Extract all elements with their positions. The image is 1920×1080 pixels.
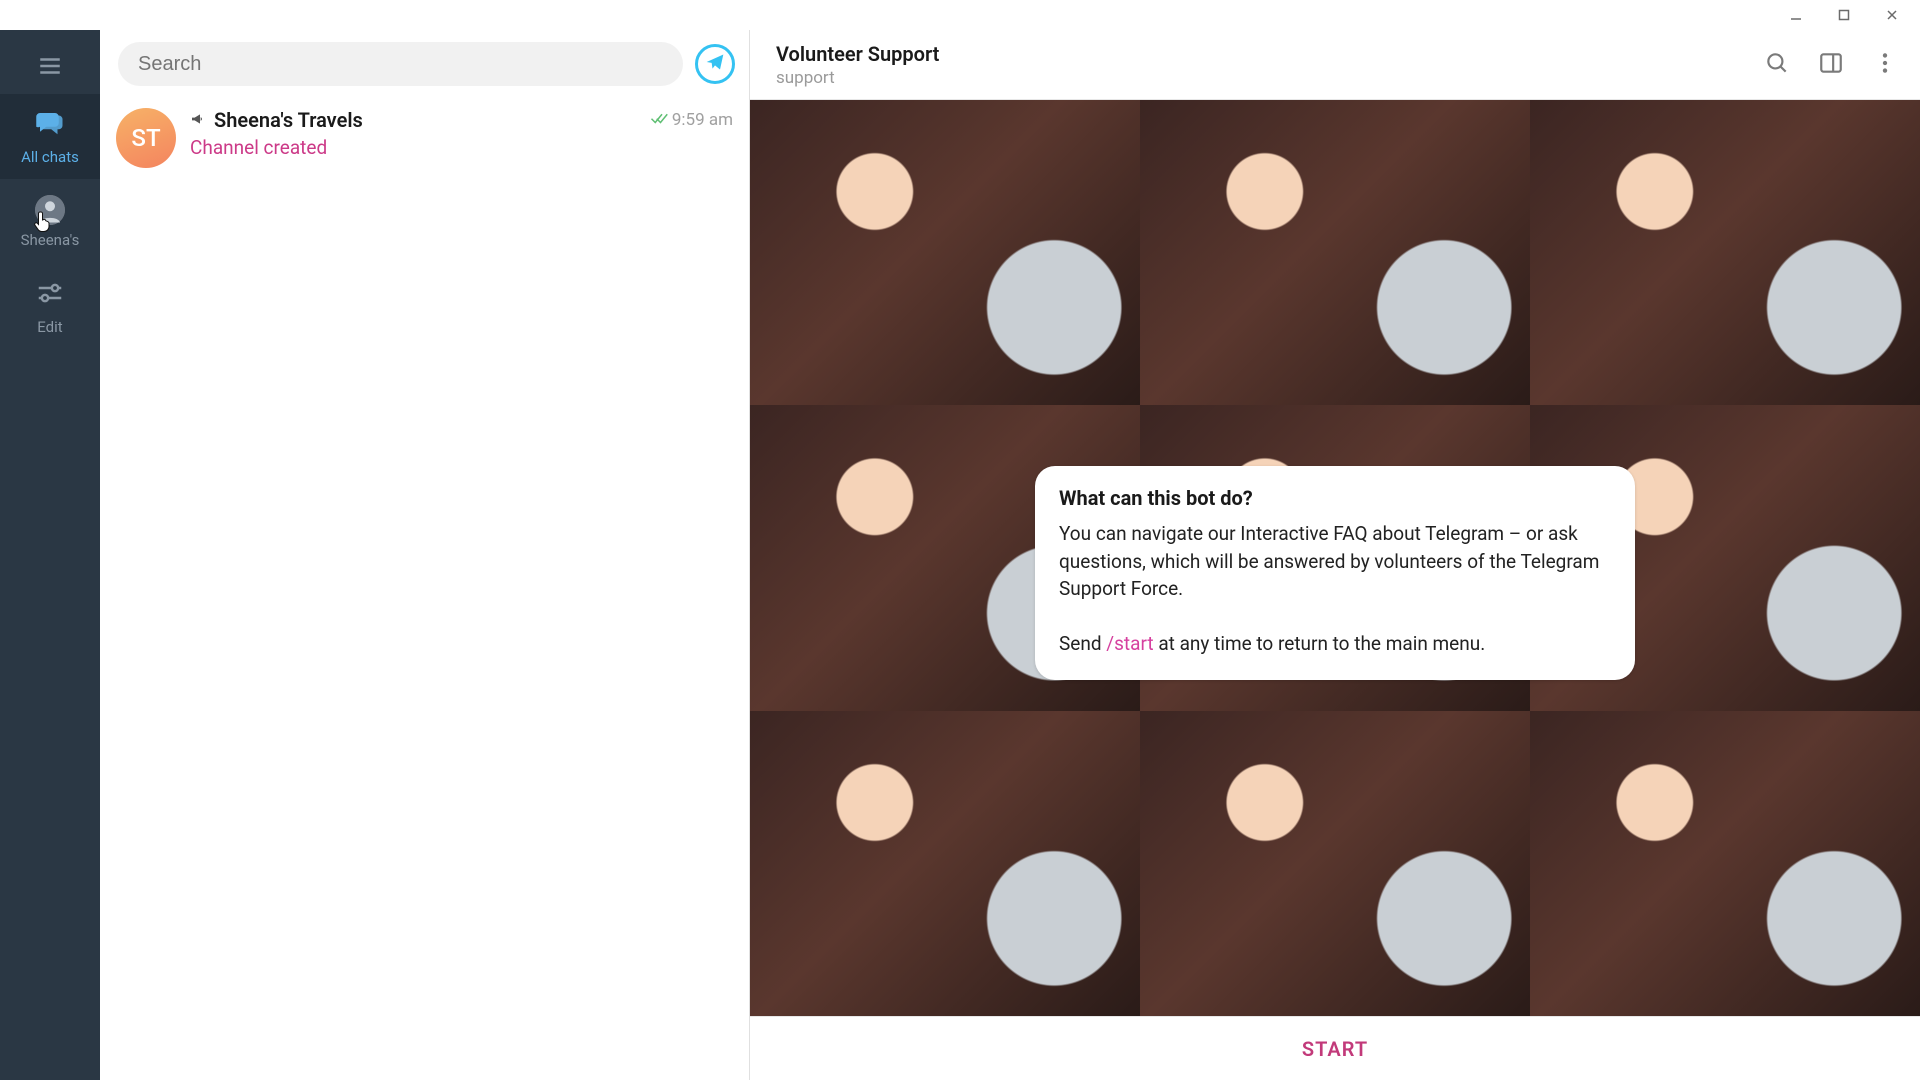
chat-list-item[interactable]: ST Sheena's Travels 9:59 am: [100, 98, 749, 178]
chat-time-text: 9:59 am: [672, 110, 733, 130]
more-vertical-icon: [1872, 50, 1898, 80]
window-minimize-button[interactable]: [1774, 1, 1818, 29]
window-close-button[interactable]: [1870, 1, 1914, 29]
chat-item-body: Sheena's Travels 9:59 am Channel created: [190, 108, 733, 159]
search-icon: [1764, 50, 1790, 80]
nav-all-chats[interactable]: All chats: [0, 94, 100, 179]
nav-folder-sheenas[interactable]: Sheena's: [0, 179, 100, 264]
start-button-label: START: [1302, 1037, 1368, 1061]
chat-name-text: Sheena's Travels: [214, 108, 363, 132]
side-panel-icon: [1818, 50, 1844, 80]
search-input[interactable]: [118, 42, 683, 86]
bot-card-p1: You can navigate our Interactive FAQ abo…: [1059, 522, 1599, 600]
conversation-title: Volunteer Support: [776, 42, 939, 66]
bot-card-text: You can navigate our Interactive FAQ abo…: [1059, 520, 1611, 658]
bot-card-p2-post: at any time to return to the main menu.: [1154, 632, 1486, 655]
paper-plane-icon: [705, 52, 725, 76]
chat-list-panel: ST Sheena's Travels 9:59 am: [100, 30, 750, 1080]
conversation-body: What can this bot do? You can navigate o…: [750, 100, 1920, 1016]
conversation-actions: [1764, 50, 1898, 80]
bot-card-p2-pre: Send: [1059, 632, 1106, 655]
bot-command-link[interactable]: /start: [1106, 632, 1153, 655]
folder-avatar-icon: [35, 195, 65, 225]
chat-timestamp: 9:59 am: [650, 109, 733, 132]
menu-button[interactable]: [0, 38, 100, 94]
nav-rail: All chats Sheena's Edit: [0, 30, 100, 1080]
more-options-button[interactable]: [1872, 50, 1898, 80]
conversation-panel: Volunteer Support support: [750, 30, 1920, 1080]
start-bot-button[interactable]: START: [750, 1016, 1920, 1080]
telegram-button[interactable]: [695, 44, 735, 84]
chat-avatar: ST: [116, 108, 176, 168]
window-maximize-button[interactable]: [1822, 1, 1866, 29]
search-row: [100, 30, 749, 98]
bot-info-card: What can this bot do? You can navigate o…: [1035, 466, 1635, 680]
sliders-icon: [35, 278, 65, 312]
conversation-header: Volunteer Support support: [750, 30, 1920, 100]
search-in-chat-button[interactable]: [1764, 50, 1790, 80]
conversation-subtitle: support: [776, 68, 939, 88]
side-panel-button[interactable]: [1818, 50, 1844, 80]
chats-icon: [35, 108, 65, 142]
nav-edit[interactable]: Edit: [0, 264, 100, 349]
window-titlebar: [0, 0, 1920, 30]
nav-folder-label: Sheena's: [21, 231, 80, 249]
conversation-title-block[interactable]: Volunteer Support support: [776, 42, 939, 88]
nav-edit-label: Edit: [37, 318, 62, 336]
double-check-icon: [650, 109, 668, 132]
chat-preview: Channel created: [190, 136, 733, 159]
bot-card-heading: What can this bot do?: [1059, 486, 1611, 510]
chat-name: Sheena's Travels: [190, 108, 363, 132]
megaphone-icon: [190, 108, 206, 132]
nav-all-chats-label: All chats: [21, 148, 79, 166]
